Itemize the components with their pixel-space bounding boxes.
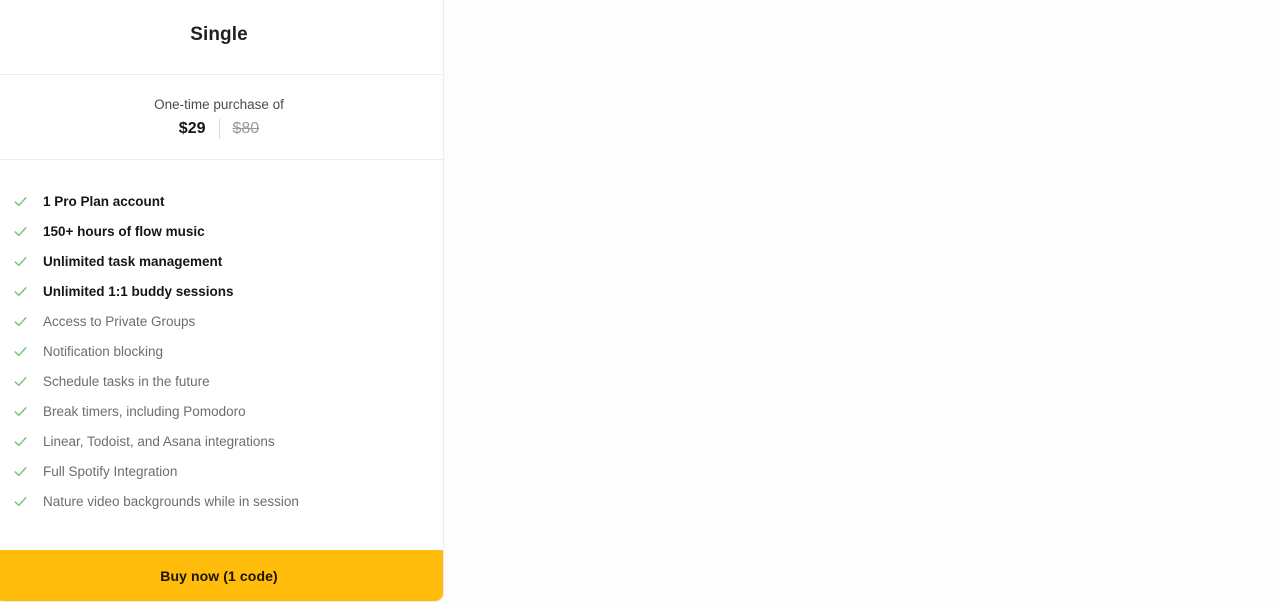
- feature-item: Access to Private Groups: [0, 306, 443, 336]
- card-header: Single: [0, 0, 443, 75]
- page-title: Single: [190, 23, 248, 45]
- check-icon: [11, 432, 29, 450]
- feature-item-label: 150+ hours of flow music: [43, 223, 205, 239]
- feature-item-label: Access to Private Groups: [43, 313, 196, 329]
- feature-item: Schedule tasks in the future: [0, 366, 443, 396]
- feature-item-label: Linear, Todoist, and Asana integrations: [43, 433, 275, 449]
- feature-item: Notification blocking: [0, 336, 443, 366]
- feature-item: Break timers, including Pomodoro: [0, 396, 443, 426]
- feature-item-label: Schedule tasks in the future: [43, 373, 210, 389]
- feature-item-label: Notification blocking: [43, 343, 164, 359]
- feature-item: 150+ hours of flow music: [0, 216, 443, 246]
- feature-item: Unlimited task management: [0, 246, 443, 276]
- price-current: $29: [178, 120, 206, 137]
- price-caption: One-time purchase of: [154, 97, 284, 112]
- price-original: $80: [232, 120, 260, 137]
- check-icon: [11, 492, 29, 510]
- price-block: One-time purchase of $29 $80: [0, 75, 443, 160]
- price-row: $29 $80: [179, 119, 259, 139]
- feature-item-label: Full Spotify Integration: [43, 463, 178, 479]
- check-icon: [11, 402, 29, 420]
- feature-list: 1 Pro Plan account 150+ hours of flow mus…: [0, 160, 443, 550]
- feature-item-label: 1 Pro Plan account: [43, 193, 165, 209]
- check-icon: [11, 462, 29, 480]
- feature-item-label: Unlimited 1:1 buddy sessions: [43, 283, 234, 299]
- feature-item-label: Nature video backgrounds while in sessio…: [43, 493, 299, 509]
- check-icon: [11, 312, 29, 330]
- feature-item-label: Unlimited task management: [43, 253, 223, 269]
- feature-item: Nature video backgrounds while in sessio…: [0, 486, 443, 516]
- feature-item-label: Break timers, including Pomodoro: [43, 403, 246, 419]
- check-icon: [11, 192, 29, 210]
- feature-item: 1 Pro Plan account: [0, 186, 443, 216]
- feature-item: Unlimited 1:1 buddy sessions: [0, 276, 443, 306]
- pricing-card: Single One-time purchase of $29 $80 1 Pr…: [0, 0, 444, 602]
- check-icon: [11, 222, 29, 240]
- check-icon: [11, 372, 29, 390]
- check-icon: [11, 342, 29, 360]
- buy-now-button-label: Buy now (1 code): [160, 567, 278, 584]
- check-icon: [11, 252, 29, 270]
- buy-now-button[interactable]: Buy now (1 code): [0, 550, 443, 601]
- feature-item: Linear, Todoist, and Asana integrations: [0, 426, 443, 456]
- feature-item: Full Spotify Integration: [0, 456, 443, 486]
- check-icon: [11, 282, 29, 300]
